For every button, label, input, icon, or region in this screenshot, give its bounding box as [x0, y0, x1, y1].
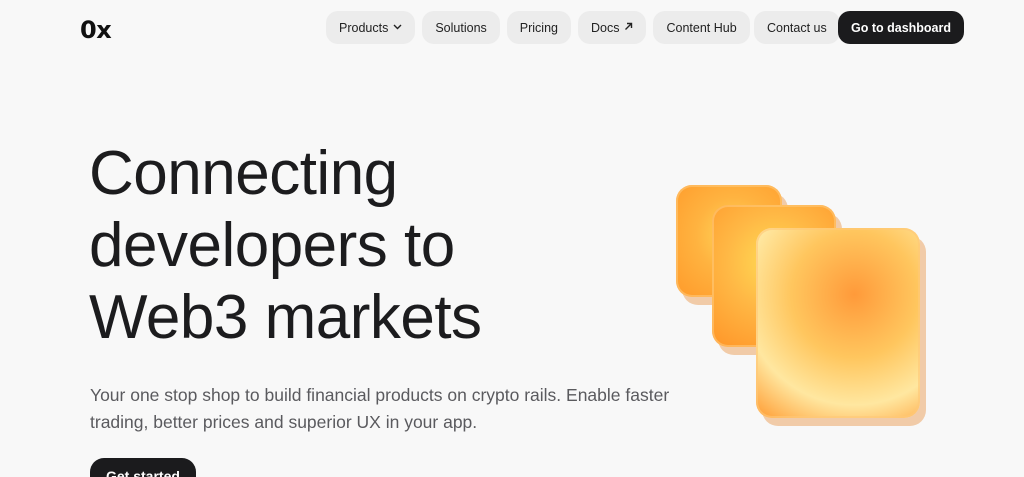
- nav-solutions[interactable]: Solutions: [422, 11, 500, 44]
- get-started-button[interactable]: Get started: [90, 458, 196, 477]
- page: 0x Products Solutions Pricing Docs Conte…: [0, 0, 1024, 477]
- nav-docs-label: Docs: [591, 20, 620, 35]
- main-nav: Products Solutions Pricing Docs Content …: [326, 11, 750, 44]
- contact-us-button[interactable]: Contact us: [754, 11, 840, 44]
- hero-headline-line-3: Web3 markets: [89, 283, 482, 352]
- hero-illustration: [660, 170, 940, 440]
- hero-headline-line-2: developers to: [89, 211, 455, 280]
- nav-content-hub[interactable]: Content Hub: [653, 11, 750, 44]
- nav-docs[interactable]: Docs: [578, 11, 647, 44]
- go-to-dashboard-button[interactable]: Go to dashboard: [838, 11, 964, 44]
- brand-logo[interactable]: 0x: [80, 16, 112, 44]
- glass-card-front: [756, 228, 920, 418]
- arrow-up-right-icon: [624, 22, 633, 34]
- chevron-down-icon: [393, 23, 402, 33]
- hero-subtitle: Your one stop shop to build financial pr…: [90, 385, 670, 432]
- nav-pricing[interactable]: Pricing: [506, 11, 571, 44]
- nav-products[interactable]: Products: [326, 11, 416, 44]
- nav-products-label: Products: [339, 20, 389, 35]
- hero-headline: Connecting developers to Web3 markets: [89, 138, 629, 354]
- hero-headline-line-1: Connecting: [89, 139, 398, 208]
